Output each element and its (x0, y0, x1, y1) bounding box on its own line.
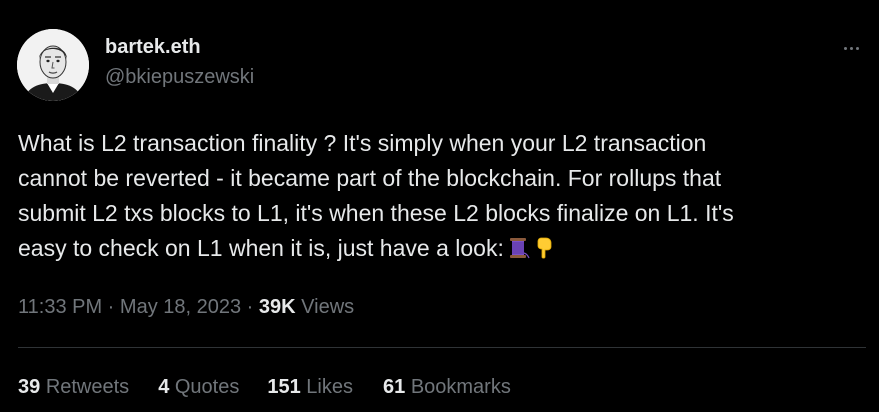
retweets-count: 39 (18, 376, 41, 398)
thread-spool-emoji (509, 238, 530, 259)
pointing-down-emoji (537, 237, 552, 259)
dot (855, 46, 859, 50)
avatar[interactable] (17, 29, 89, 101)
tweet-text-line: cannot be reverted - it became part of t… (18, 165, 722, 191)
divider (18, 347, 866, 348)
quotes-label: Quotes (174, 376, 240, 398)
dot (843, 46, 847, 50)
tweet-time[interactable]: 11:33 PM (18, 296, 102, 318)
author-display-name[interactable]: bartek.eth (105, 36, 201, 59)
bookmarks-stat[interactable]: 61 Bookmarks (383, 376, 511, 399)
dot (849, 46, 853, 50)
likes-count: 151 (267, 376, 301, 398)
tweet-text-line: submit L2 txs blocks to L1, it's when th… (18, 200, 734, 226)
likes-label: Likes (306, 376, 353, 398)
tweet-card: bartek.eth @bkiepuszewski What is L2 tra… (0, 0, 879, 412)
tweet-text-line-last: easy to check on L1 when it is, just hav… (18, 231, 863, 266)
engagement-stats: 39 Retweets 4 Quotes 151 Likes 61 Bookmarks (18, 376, 511, 399)
quotes-count: 4 (158, 376, 170, 398)
views-label: Views (301, 296, 355, 318)
meta-separator: · (241, 296, 259, 318)
more-options-icon[interactable] (836, 36, 866, 60)
tweet-text: What is L2 transaction finality ? It's s… (18, 126, 863, 266)
retweets-label: Retweets (45, 376, 130, 398)
bookmarks-count: 61 (383, 376, 406, 398)
tweet-text-line: What is L2 transaction finality ? It's s… (18, 130, 707, 156)
tweet-text-line: easy to check on L1 when it is, just hav… (18, 235, 504, 261)
tweet-date[interactable]: May 18, 2023 (120, 296, 241, 318)
retweets-stat[interactable]: 39 Retweets (18, 376, 129, 399)
meta-separator: · (102, 296, 120, 318)
author-handle[interactable]: @bkiepuszewski (105, 66, 254, 89)
likes-stat[interactable]: 151 Likes (267, 376, 353, 399)
views-count: 39K (258, 296, 296, 318)
bookmarks-label: Bookmarks (410, 376, 511, 398)
quotes-stat[interactable]: 4 Quotes (158, 376, 239, 399)
tweet-meta: 11:33 PM · May 18, 2023 · 39K Views (18, 296, 354, 319)
